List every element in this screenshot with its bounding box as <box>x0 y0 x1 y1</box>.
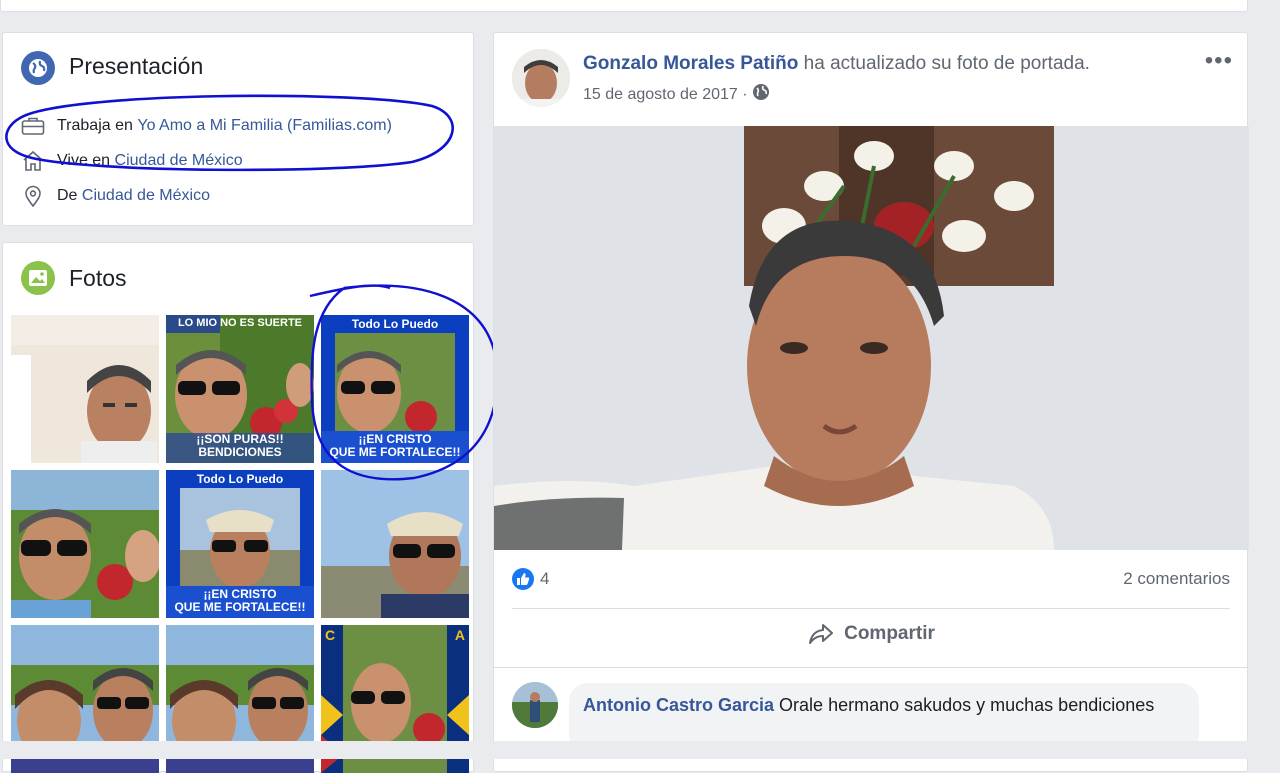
work-prefix: Trabaja en <box>57 117 133 134</box>
photo-caption-top: Todo Lo Puedo <box>196 472 284 486</box>
photo-caption-bottom-line2: BENDICIONES <box>198 445 282 459</box>
post-stats: 4 2 comentarios <box>512 565 1230 593</box>
post-date[interactable]: 15 de agosto de 2017 <box>583 86 738 104</box>
post-author-avatar[interactable] <box>512 49 570 107</box>
photo-caption-bottom-line1: ¡¡SON PURAS!! <box>196 432 284 446</box>
meta-separator: · <box>742 85 748 103</box>
photos-title: Fotos <box>69 265 127 291</box>
top-card-edge <box>0 0 1248 12</box>
photo-thumb-5[interactable]: Todo Lo Puedo ¡¡EN CRISTO QUE ME FORTALEC… <box>166 470 314 618</box>
intro-card: Presentación Trabaja en Yo Amo a Mi Fami… <box>2 32 474 226</box>
photo-caption-right: A <box>454 627 465 643</box>
photo-thumb-4[interactable] <box>11 470 159 618</box>
intro-work-row: Trabaja en Yo Amo a Mi Familia (Familias… <box>21 114 392 138</box>
from-link[interactable]: Ciudad de México <box>82 187 210 205</box>
globe-icon <box>21 51 55 85</box>
photo-thumb-3[interactable]: Todo Lo Puedo ¡¡EN CRISTO QUE ME FORTALEC… <box>321 315 469 463</box>
cover-photo[interactable] <box>494 126 1249 550</box>
briefcase-icon <box>21 115 49 137</box>
like-reaction-icon <box>512 568 534 590</box>
likes-count: 4 <box>540 569 550 588</box>
photos-icon <box>21 261 55 295</box>
comments-count[interactable]: 2 comentarios <box>1123 569 1230 589</box>
from-prefix: De <box>57 187 78 204</box>
photo-caption-left: C <box>325 627 336 643</box>
photo-caption-bottom: ¡¡SON PURAS!! BENDICIONES <box>166 433 314 459</box>
post-card: Gonzalo Morales Patiño ha actualizado su… <box>493 32 1249 772</box>
photo-caption-bottom-line2: QUE ME FORTALECE!! <box>329 445 461 459</box>
post-action-text: ha actualizado su foto de portada. <box>803 53 1090 74</box>
photo-thumb-6[interactable] <box>321 470 469 618</box>
comment-author-name[interactable]: Antonio Castro Garcia <box>583 695 774 715</box>
page-bottom-strip <box>0 741 1280 759</box>
post-options-button[interactable]: ••• <box>1205 49 1233 73</box>
photo-caption-bottom: ¡¡EN CRISTO QUE ME FORTALECE!! <box>166 588 314 614</box>
photo-caption-top: Todo Lo Puedo <box>351 317 439 331</box>
post-meta: 15 de agosto de 2017 · <box>583 83 770 106</box>
photo-caption-bottom-line1: ¡¡EN CRISTO <box>203 587 277 601</box>
post-header: Gonzalo Morales Patiño ha actualizado su… <box>583 53 1090 75</box>
intro-title: Presentación <box>69 53 204 79</box>
location-pin-icon <box>21 185 49 207</box>
photo-caption-bottom-line1: ¡¡EN CRISTO <box>358 432 432 446</box>
photo-thumb-1[interactable] <box>11 315 159 463</box>
photo-thumb-2[interactable]: LO MIO NO ES SUERTE ¡¡SON PURAS!! BENDICI… <box>166 315 314 463</box>
photos-card: Fotos LO MIO NO ES SUERTE ¡¡SON PURAS!! B… <box>2 242 474 773</box>
divider <box>512 608 1230 609</box>
comment-author-avatar[interactable] <box>512 682 558 728</box>
photo-caption-top: LO MIO NO ES SUERTE <box>177 317 303 329</box>
share-icon <box>808 623 834 645</box>
share-button[interactable]: Compartir <box>494 623 1249 645</box>
reactions-summary[interactable]: 4 <box>512 568 549 590</box>
photo-caption-bottom: ¡¡EN CRISTO QUE ME FORTALECE!! <box>321 433 469 459</box>
intro-from-row: De Ciudad de México <box>21 184 210 208</box>
intro-lives-row: Vive en Ciudad de México <box>21 149 243 173</box>
globe-public-icon <box>752 83 770 106</box>
photo-caption-bottom-line2: QUE ME FORTALECE!! <box>174 600 306 614</box>
share-label: Compartir <box>844 623 935 644</box>
home-icon <box>21 150 49 172</box>
divider <box>494 667 1249 668</box>
lives-prefix: Vive en <box>57 152 111 169</box>
work-link[interactable]: Yo Amo a Mi Familia (Familias.com) <box>137 117 392 135</box>
post-author-name[interactable]: Gonzalo Morales Patiño <box>583 53 798 74</box>
lives-link[interactable]: Ciudad de México <box>115 152 243 170</box>
comment-text: Orale hermano sakudos y muchas bendicion… <box>779 695 1155 715</box>
